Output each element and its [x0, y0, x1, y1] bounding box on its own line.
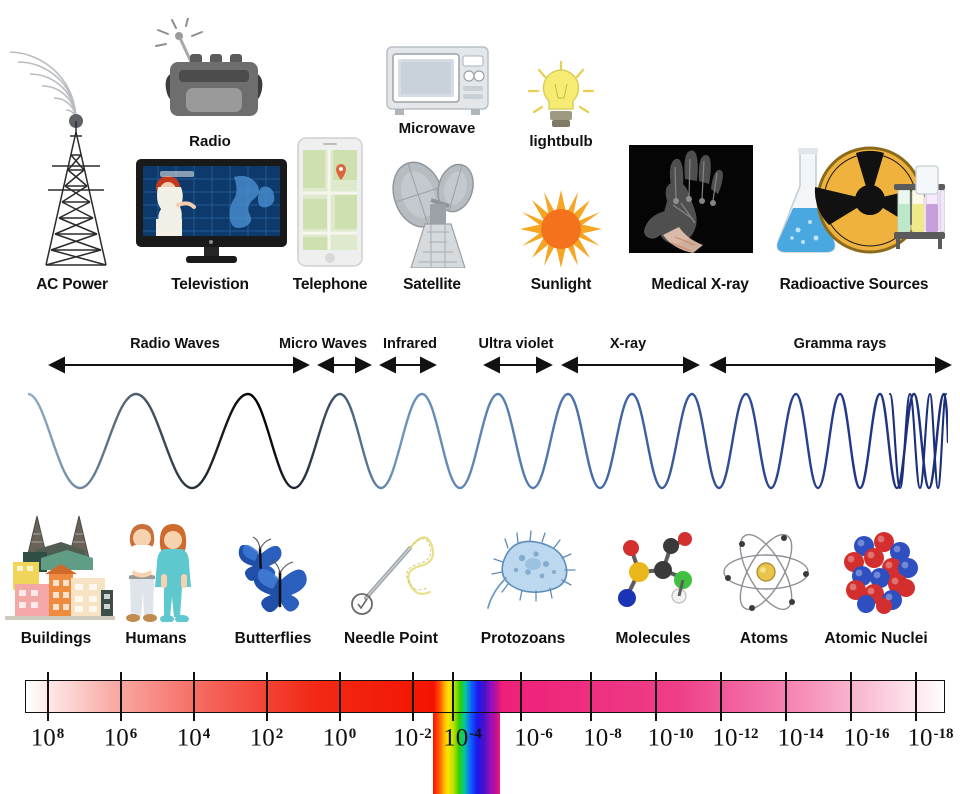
band-label-ultra-violet: Ultra violet: [478, 336, 554, 352]
band-label-radio-waves: Radio Waves: [130, 336, 220, 352]
wavelength-scale: 108 106 104 102 100 10-2 10-4 10-6 10-8 …: [0, 668, 960, 794]
object-label-molecules: Molecules: [615, 630, 691, 647]
radio-label: Radio: [189, 133, 231, 150]
band-label-gramma-rays: Gramma rays: [793, 336, 887, 352]
scale-tick: [339, 672, 341, 721]
lightbulb-icon: [522, 60, 600, 132]
needle-thread-icon: [348, 520, 440, 620]
object-label-needle-point: Needle Point: [344, 630, 438, 647]
butterflies-icon: [233, 532, 317, 612]
scale-tick-label: 10-18: [907, 724, 954, 752]
television-icon: [134, 157, 289, 267]
scale-tick-label: 104: [176, 724, 211, 752]
two-people-icon: [118, 518, 194, 622]
scale-tick: [785, 672, 787, 721]
source-label-television: Televistion: [171, 276, 249, 293]
scale-visible-rainbow: [434, 681, 501, 712]
band-label-infrared: Infrared: [383, 336, 437, 352]
scale-gradient-pink: [501, 681, 944, 712]
transmission-tower-icon: [8, 20, 133, 270]
band-label-micro-waves: Micro Waves: [278, 336, 368, 352]
band-label-x-ray: X-ray: [609, 336, 647, 352]
scale-tick: [590, 672, 592, 721]
scale-tick-label: 100: [322, 724, 357, 752]
smartphone-icon: [297, 137, 363, 267]
scale-tick-label: 10-14: [777, 724, 824, 752]
satellite-dish-icon: [383, 150, 488, 268]
scale-tick: [655, 672, 657, 721]
scale-tick-label: 10-10: [647, 724, 694, 752]
scale-tick: [120, 672, 122, 721]
object-label-atomic-nuclei: Atomic Nuclei: [824, 630, 928, 647]
scale-tick: [520, 672, 522, 721]
scale-tick-label: 10-12: [712, 724, 759, 752]
molecule-icon: [605, 530, 701, 618]
scale-tick-label: 10-8: [583, 724, 622, 752]
scale-tick-label: 108: [30, 724, 65, 752]
wavelength-color-bar: [25, 680, 945, 713]
scale-tick: [193, 672, 195, 721]
radioactive-hazard-icon: [770, 142, 945, 260]
scale-tick: [720, 672, 722, 721]
em-spectrum-diagram: Radio AC Power Televistion Telephone Sat…: [0, 0, 960, 794]
scale-tick-label: 10-6: [514, 724, 553, 752]
hand-xray-icon: [629, 145, 753, 257]
object-label-humans: Humans: [125, 630, 187, 647]
scale-tick: [850, 672, 852, 721]
object-label-atoms: Atoms: [739, 630, 789, 647]
atomic-nucleus-icon: [840, 530, 920, 614]
scale-tick: [915, 672, 917, 721]
scale-tick: [452, 672, 454, 721]
scale-tick-label: 106: [103, 724, 138, 752]
lightbulb-label: lightbulb: [529, 133, 593, 150]
object-label-protozoans: Protozoans: [480, 630, 566, 647]
object-label-butterflies: Butterflies: [234, 630, 312, 647]
atom-icon: [722, 528, 810, 616]
scale-tick-label: 10-16: [843, 724, 890, 752]
band-arrows: [0, 356, 960, 374]
source-label-medical-xray: Medical X-ray: [651, 276, 749, 293]
scale-tick-label: 10-2: [393, 724, 432, 752]
scale-tick-label: 102: [249, 724, 284, 752]
scale-tick-label: 10-4: [443, 724, 482, 752]
source-label-satellite: Satellite: [403, 276, 461, 293]
scale-tick: [412, 672, 414, 721]
sun-icon: [520, 190, 602, 268]
object-label-buildings: Buildings: [20, 630, 92, 647]
city-buildings-icon: [5, 512, 115, 622]
source-label-ac-power: AC Power: [36, 276, 108, 293]
protozoan-icon: [478, 530, 578, 612]
microwave-oven-icon: [385, 43, 490, 117]
microwave-label: Microwave: [398, 120, 476, 137]
radio-icon: [152, 18, 272, 126]
scale-tick: [47, 672, 49, 721]
electromagnetic-waveform: [28, 382, 948, 500]
scale-tick: [266, 672, 268, 721]
scale-gradient-red: [26, 681, 434, 712]
source-label-sunlight: Sunlight: [530, 276, 592, 293]
source-label-radioactive: Radioactive Sources: [779, 276, 929, 293]
